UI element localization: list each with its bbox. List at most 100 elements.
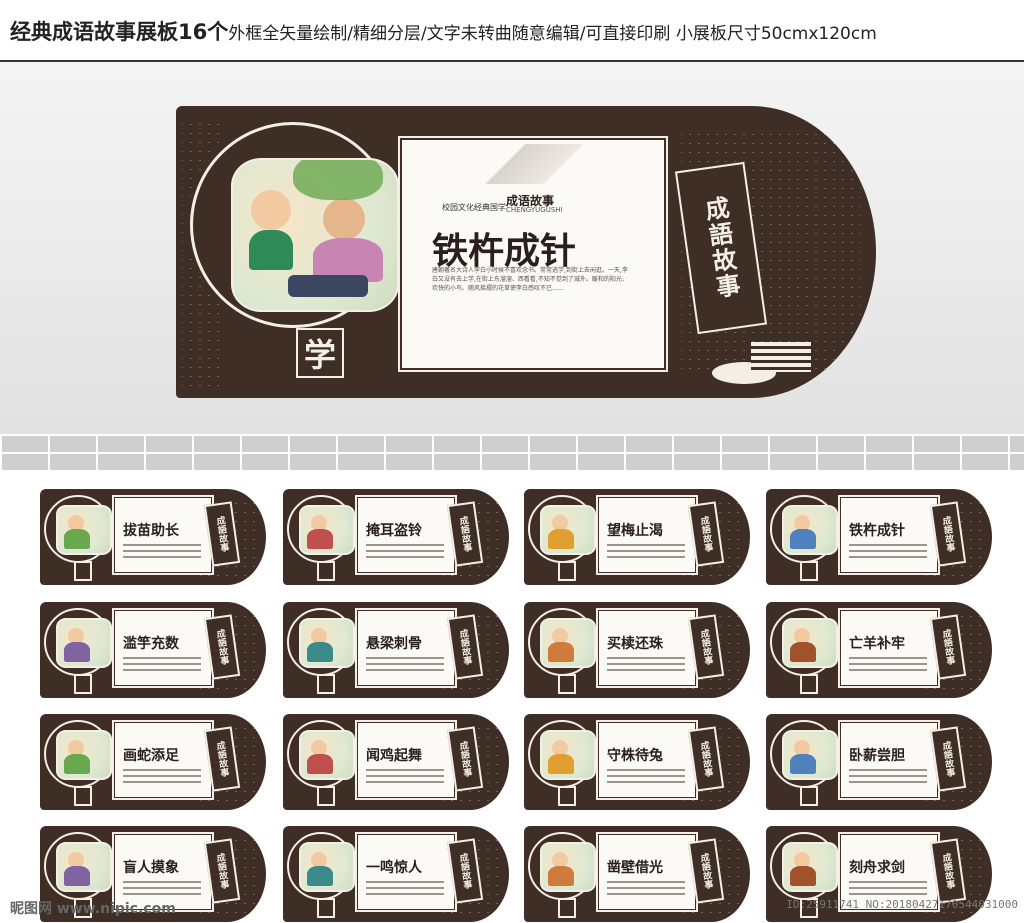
story-illustration: [299, 842, 355, 892]
mountain-landscape: [408, 144, 658, 184]
body-text-lines: [849, 881, 927, 899]
story-tag-text: 成語故事: [214, 852, 229, 890]
text-panel: 掩耳盗铃: [355, 495, 457, 575]
header-text: 经典成语故事展板16个外框全矢量绘制/精细分层/文字未转曲随意编辑/可直接印刷 …: [10, 16, 877, 46]
body-text-lines: [366, 881, 444, 899]
board-title: 闻鸡起舞: [366, 748, 422, 764]
idiom-board: 掩耳盗铃 成語故事: [283, 489, 509, 585]
seal: [317, 561, 335, 581]
seal: [800, 674, 818, 694]
idiom-board: 卧薪尝胆 成語故事: [766, 714, 992, 810]
text-panel: 守株待兔: [596, 720, 698, 800]
body-text-lines: [849, 769, 927, 787]
seal: [74, 786, 92, 806]
text-panel: 亡羊补牢: [838, 608, 940, 688]
figure-body: [64, 642, 90, 662]
body-text-lines: [849, 544, 927, 562]
idiom-board: 凿壁借光 成語故事: [524, 826, 750, 922]
header-subtitle: 外框全矢量绘制/精细分层/文字未转曲随意编辑/可直接印刷 小展板尺寸50cmx1…: [228, 24, 877, 44]
text-panel: 拔苗助长: [112, 495, 214, 575]
board-title: 望梅止渴: [607, 523, 663, 539]
bamboo-leaves: [293, 160, 383, 200]
idiom-board: 守株待兔 成語故事: [524, 714, 750, 810]
body-text-lines: [123, 881, 201, 899]
story-tag-text: 成語故事: [457, 628, 472, 666]
idiom-board: 铁杵成针 成語故事: [766, 489, 992, 585]
board-title: 卧薪尝胆: [849, 748, 905, 764]
watermark-left: 昵图网 www.nipic.com: [10, 901, 176, 917]
child-figure: [251, 190, 291, 230]
story-illustration: [540, 730, 596, 780]
hero-body-text: 唐朝著名大诗人李白小时候不喜欢念书。常常逃学,到街上去闲逛。一天,李白又没有去上…: [432, 267, 628, 292]
body-text-lines: [366, 769, 444, 787]
idiom-board: 悬梁刺骨 成語故事: [283, 602, 509, 698]
body-text-lines: [607, 769, 685, 787]
story-tag-text: 成語故事: [214, 515, 229, 553]
text-panel: 凿壁借光: [596, 832, 698, 912]
hero-board: 学 校园文化经典国学 成语故事 CHENGYUGUSHI 铁杵成针 唐朝著名大诗…: [176, 106, 876, 398]
body-text-lines: [607, 881, 685, 899]
story-illustration: [782, 842, 838, 892]
story-illustration: [231, 158, 399, 312]
seal: [317, 898, 335, 918]
body-text-lines: [366, 657, 444, 675]
board-title: 守株待兔: [607, 748, 663, 764]
story-tag-text: 成語故事: [940, 628, 955, 666]
seal-learn: 学: [296, 328, 344, 378]
text-panel: 望梅止渴: [596, 495, 698, 575]
story-illustration: [782, 505, 838, 555]
body-text-lines: [607, 657, 685, 675]
seal: [317, 786, 335, 806]
text-panel: 校园文化经典国学 成语故事 CHENGYUGUSHI 铁杵成针 唐朝著名大诗人李…: [398, 136, 668, 372]
story-tag-text: 成語故事: [214, 628, 229, 666]
seal: [558, 561, 576, 581]
story-illustration: [782, 730, 838, 780]
text-panel: 悬梁刺骨: [355, 608, 457, 688]
board-title: 画蛇添足: [123, 748, 179, 764]
figure-body: [548, 866, 574, 886]
seal: [558, 674, 576, 694]
board-title: 刻舟求剑: [849, 860, 905, 876]
seal: [800, 786, 818, 806]
story-illustration: [782, 618, 838, 668]
story-illustration: [540, 618, 596, 668]
body-text-lines: [849, 657, 927, 675]
board-title: 掩耳盗铃: [366, 523, 422, 539]
story-tag-text: 成語故事: [457, 852, 472, 890]
body-text-lines: [123, 544, 201, 562]
idiom-board: 画蛇添足 成語故事: [40, 714, 266, 810]
story-tag-text: 成語故事: [698, 740, 713, 778]
text-panel: 滥竽充数: [112, 608, 214, 688]
story-illustration: [540, 842, 596, 892]
board-title: 盲人摸象: [123, 860, 179, 876]
board-title: 亡羊补牢: [849, 636, 905, 652]
figure-body: [64, 866, 90, 886]
figure-body: [548, 642, 574, 662]
board-title: 滥竽充数: [123, 636, 179, 652]
idiom-board: 闻鸡起舞 成語故事: [283, 714, 509, 810]
brick-wall: [0, 434, 1024, 470]
story-illustration: [299, 618, 355, 668]
idiom-board: 望梅止渴 成語故事: [524, 489, 750, 585]
watermark-right: ID:25911741 NO:20180427170544031000: [786, 898, 1018, 911]
figure-body: [548, 529, 574, 549]
figure-body: [64, 754, 90, 774]
story-illustration: [56, 505, 112, 555]
figure-body: [790, 642, 816, 662]
seal: [558, 786, 576, 806]
board-title: 买椟还珠: [607, 636, 663, 652]
seal: [74, 561, 92, 581]
text-panel: 画蛇添足: [112, 720, 214, 800]
header-bar: 经典成语故事展板16个外框全矢量绘制/精细分层/文字未转曲随意编辑/可直接印刷 …: [0, 0, 1024, 63]
story-tag-text: 成語故事: [699, 194, 743, 302]
figure-body: [307, 642, 333, 662]
figure-body: [548, 754, 574, 774]
body-text-lines: [607, 544, 685, 562]
story-illustration: [56, 730, 112, 780]
seal: [800, 561, 818, 581]
story-tag-text: 成語故事: [940, 515, 955, 553]
figure-body: [790, 529, 816, 549]
body-text-lines: [123, 769, 201, 787]
figure-body: [307, 866, 333, 886]
seal: [558, 898, 576, 918]
